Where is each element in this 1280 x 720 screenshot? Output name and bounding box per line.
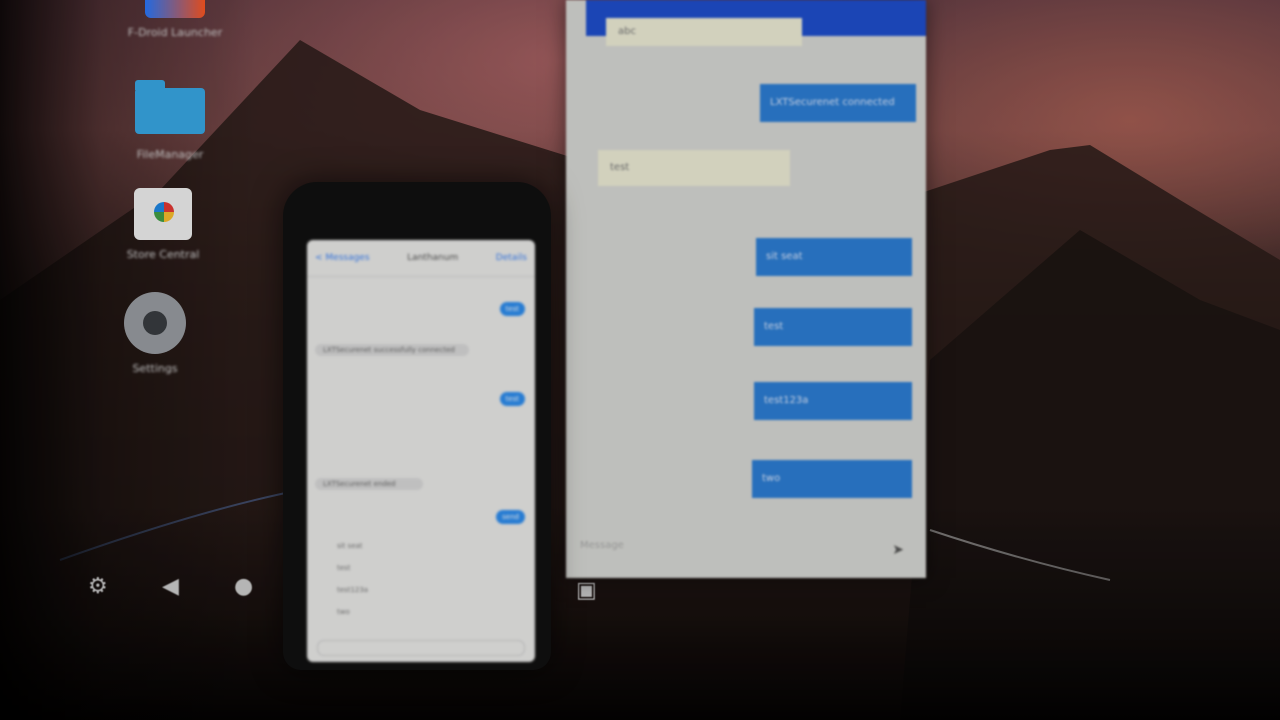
- desktop-icon-label: F-Droid Launcher: [127, 26, 223, 39]
- send-icon[interactable]: ➤: [892, 542, 904, 558]
- message-line: test123a: [337, 586, 369, 594]
- chat-bubble-incoming: test: [598, 150, 790, 186]
- desktop-icon-launcher[interactable]: F-Droid Launcher: [120, 0, 230, 39]
- desktop-icon-settings[interactable]: Settings: [100, 292, 210, 375]
- message-line: test: [337, 564, 351, 572]
- chat-app-window[interactable]: abc LXTSecurenet connected test sit seat…: [566, 0, 926, 578]
- imessage-screen[interactable]: < Messages Lanthanum Details test LXTSec…: [307, 240, 535, 662]
- desktop-icon-store[interactable]: Store Central: [108, 188, 218, 261]
- desktop-icon-filemanager[interactable]: FileManager: [115, 80, 225, 161]
- recent-app-icon[interactable]: ▣: [576, 578, 597, 603]
- store-icon: [134, 188, 192, 240]
- chat-bubble-outgoing: two: [752, 460, 912, 498]
- chat-bubble-outgoing: test123a: [754, 382, 912, 420]
- imessage-bubble-outgoing: send: [496, 510, 525, 524]
- message-input[interactable]: Message: [580, 532, 906, 560]
- back-button[interactable]: < Messages: [315, 253, 370, 263]
- desktop-icon-label: FileManager: [136, 148, 204, 161]
- imessage-input[interactable]: [317, 640, 525, 656]
- message-line: two: [337, 608, 350, 616]
- chat-bubble-outgoing: sit seat: [756, 238, 912, 276]
- imessage-bubble-outgoing: test: [499, 392, 525, 406]
- imessage-bubble-outgoing: test: [499, 302, 525, 316]
- imessage-bubble-incoming: LXTSecurenet ended: [315, 478, 423, 490]
- launcher-icon: [145, 0, 205, 18]
- back-icon[interactable]: ◀: [162, 574, 179, 599]
- imessage-nav-bar: < Messages Lanthanum Details: [307, 240, 535, 277]
- details-button[interactable]: Details: [496, 253, 527, 263]
- chat-bubble-incoming: abc: [606, 18, 802, 46]
- home-icon[interactable]: ●: [234, 574, 253, 599]
- chat-bubble-outgoing: LXTSecurenet connected: [760, 84, 916, 122]
- conversation-title: Lanthanum: [407, 253, 459, 263]
- message-line: sit seat: [337, 542, 363, 550]
- gear-icon: [124, 292, 186, 354]
- desktop-icon-label: Store Central: [126, 248, 200, 261]
- iphone-device: < Messages Lanthanum Details test LXTSec…: [283, 182, 551, 670]
- desktop-icon-label: Settings: [132, 362, 178, 375]
- imessage-bubble-incoming: LXTSecurenet successfully connected: [315, 344, 469, 356]
- apps-icon[interactable]: ⚙: [88, 574, 108, 599]
- chat-bubble-outgoing: test: [754, 308, 912, 346]
- folder-icon: [135, 80, 205, 134]
